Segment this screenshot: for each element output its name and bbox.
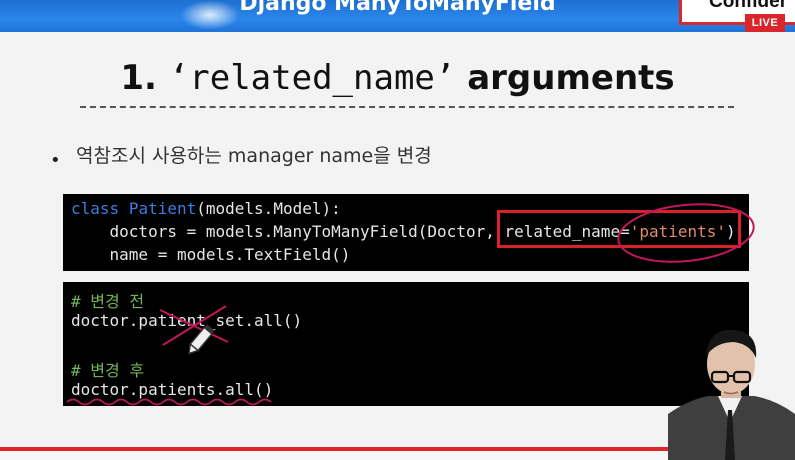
annotation-circle	[617, 203, 755, 263]
presenter-avatar	[668, 329, 795, 460]
annotation-underline	[66, 398, 272, 406]
